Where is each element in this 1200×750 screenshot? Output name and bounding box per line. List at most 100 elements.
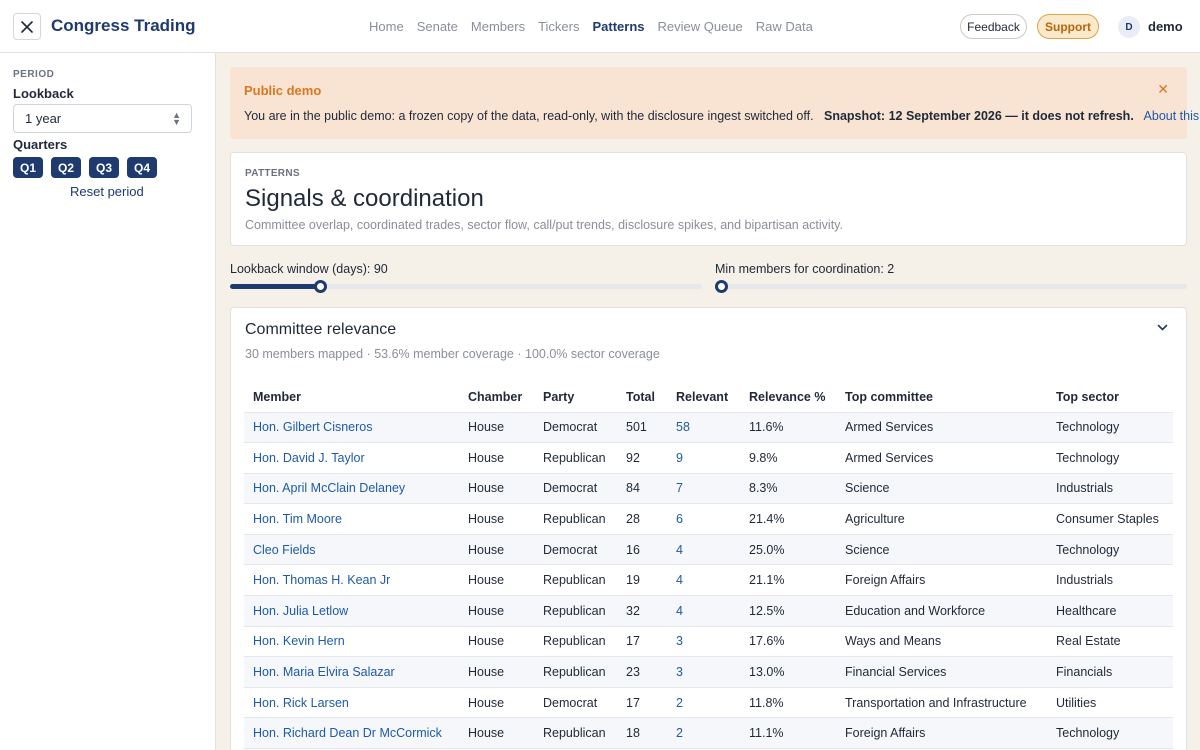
top-committee-cell: Science — [836, 473, 1047, 505]
total-cell: 17 — [617, 687, 667, 719]
nav-members[interactable]: Members — [471, 19, 525, 34]
table-row: Hon. Thomas H. Kean Jr House Republican 19 4… — [244, 564, 1173, 597]
chamber-cell: House — [459, 442, 534, 474]
total-cell: 18 — [617, 717, 667, 750]
quarters-label: Quarters — [13, 137, 68, 152]
total-cell: 28 — [617, 503, 667, 535]
select-caret-icon: ▲ ▼ — [172, 110, 181, 127]
column-header[interactable]: Relevance % — [740, 382, 836, 413]
quarter-q1-button[interactable]: Q1 — [13, 157, 44, 178]
nav-patterns[interactable]: Patterns — [592, 19, 644, 34]
relevant-cell[interactable]: 2 — [667, 687, 740, 719]
member-cell[interactable]: Hon. Julia Letlow — [244, 595, 459, 627]
relevant-cell[interactable]: 4 — [667, 564, 740, 597]
top-committee-cell: Agriculture — [836, 503, 1047, 535]
committee-relevance-summary: 30 members mapped · 53.6% member coverag… — [245, 347, 660, 361]
relevant-cell[interactable]: 4 — [667, 534, 740, 566]
lookback-label: Lookback — [13, 86, 74, 101]
relevant-cell[interactable]: 3 — [667, 626, 740, 658]
relevance-cell: 11.8% — [740, 687, 836, 719]
feedback-button[interactable]: Feedback — [960, 14, 1027, 39]
relevance-cell: 25.0% — [740, 534, 836, 566]
table-row: Hon. Gilbert Cisneros House Democrat 501 58 1… — [244, 412, 1173, 444]
relevant-cell[interactable]: 9 — [667, 442, 740, 474]
top-sector-cell: Industrials — [1047, 564, 1173, 597]
member-cell[interactable]: Hon. Richard Dean Dr McCormick — [244, 717, 459, 750]
relevant-cell[interactable]: 3 — [667, 656, 740, 688]
brand-title[interactable]: Congress Trading — [51, 16, 196, 36]
relevant-cell[interactable]: 2 — [667, 717, 740, 750]
top-committee-cell: Transportation and Infrastructure — [836, 687, 1047, 719]
member-cell[interactable]: Hon. David J. Taylor — [244, 442, 459, 474]
top-bar: Congress Trading Home Senate Members Tic… — [0, 0, 1200, 53]
table-header-row: Member Chamber Party Total Relevant Rele… — [244, 382, 1173, 413]
min-members-label: Min members for coordination: 2 — [715, 262, 895, 276]
top-sector-cell: Industrials — [1047, 473, 1173, 505]
table-row: Hon. Tim Moore House Republican 28 6 21.4% Agr… — [244, 503, 1173, 535]
member-cell[interactable]: Hon. Rick Larsen — [244, 687, 459, 719]
column-header[interactable]: Party — [534, 382, 617, 413]
banner-title: Public demo — [244, 83, 322, 98]
page-eyebrow: PATTERNS — [245, 168, 300, 179]
party-cell: Republican — [534, 656, 617, 688]
lookback-slider-fill — [230, 284, 320, 289]
min-members-slider-thumb[interactable] — [715, 280, 728, 293]
top-sector-cell: Technology — [1047, 442, 1173, 474]
column-header[interactable]: Top committee — [836, 382, 1047, 413]
table-row: Hon. David J. Taylor House Republican 92 9 9.… — [244, 442, 1173, 474]
username[interactable]: demo — [1148, 19, 1183, 34]
nav-raw-data[interactable]: Raw Data — [756, 19, 813, 34]
member-cell[interactable]: Hon. Maria Elvira Salazar — [244, 656, 459, 688]
party-cell: Republican — [534, 564, 617, 597]
member-cell[interactable]: Hon. Thomas H. Kean Jr — [244, 564, 459, 597]
nav-tickers[interactable]: Tickers — [538, 19, 579, 34]
quarter-q3-button[interactable]: Q3 — [89, 157, 120, 178]
relevant-cell[interactable]: 7 — [667, 473, 740, 505]
total-cell: 84 — [617, 473, 667, 505]
party-cell: Republican — [534, 717, 617, 750]
total-cell: 32 — [617, 595, 667, 627]
party-cell: Republican — [534, 442, 617, 474]
table-row: Hon. Kevin Hern House Republican 17 3 17.6% Wa… — [244, 626, 1173, 658]
quarter-q4-button[interactable]: Q4 — [127, 157, 158, 178]
chamber-cell: House — [459, 656, 534, 688]
member-cell[interactable]: Hon. Gilbert Cisneros — [244, 412, 459, 444]
party-cell: Democrat — [534, 412, 617, 444]
chevron-down-icon[interactable] — [1157, 321, 1168, 335]
nav-home[interactable]: Home — [369, 19, 404, 34]
lookback-window-slider[interactable] — [230, 280, 702, 293]
about-build-link[interactable]: About this build — [1144, 109, 1200, 123]
party-cell: Democrat — [534, 687, 617, 719]
member-cell[interactable]: Hon. April McClain Delaney — [244, 473, 459, 505]
relevance-cell: 12.5% — [740, 595, 836, 627]
top-committee-cell: Armed Services — [836, 442, 1047, 474]
member-cell[interactable]: Hon. Kevin Hern — [244, 626, 459, 658]
top-committee-cell: Foreign Affairs — [836, 717, 1047, 750]
quarter-q2-button[interactable]: Q2 — [51, 157, 82, 178]
support-button[interactable]: Support — [1037, 14, 1099, 39]
top-sector-cell: Technology — [1047, 534, 1173, 566]
nav-review-queue[interactable]: Review Queue — [658, 19, 743, 34]
min-members-slider[interactable] — [715, 280, 1187, 293]
relevant-cell[interactable]: 6 — [667, 503, 740, 535]
party-cell: Democrat — [534, 473, 617, 505]
relevant-cell[interactable]: 4 — [667, 595, 740, 627]
reset-period-link[interactable]: Reset period — [70, 184, 144, 199]
chamber-cell: House — [459, 595, 534, 627]
column-header[interactable]: Relevant — [667, 382, 740, 413]
column-header[interactable]: Chamber — [459, 382, 534, 413]
lookback-select[interactable]: 1 year ▲ ▼ — [13, 104, 192, 133]
lookback-slider-thumb[interactable] — [313, 280, 327, 293]
member-cell[interactable]: Hon. Tim Moore — [244, 503, 459, 535]
avatar[interactable]: D — [1118, 16, 1140, 38]
member-cell[interactable]: Cleo Fields — [244, 534, 459, 566]
nav-senate[interactable]: Senate — [417, 19, 458, 34]
relevant-cell[interactable]: 58 — [667, 412, 740, 444]
banner-close-icon[interactable]: ✕ — [1157, 81, 1169, 98]
column-header[interactable]: Top sector — [1047, 382, 1173, 413]
column-header[interactable]: Total — [617, 382, 667, 413]
column-header[interactable]: Member — [244, 382, 459, 413]
close-button[interactable] — [13, 13, 41, 40]
page-title: Signals & coordination — [245, 185, 484, 212]
party-cell: Republican — [534, 503, 617, 535]
